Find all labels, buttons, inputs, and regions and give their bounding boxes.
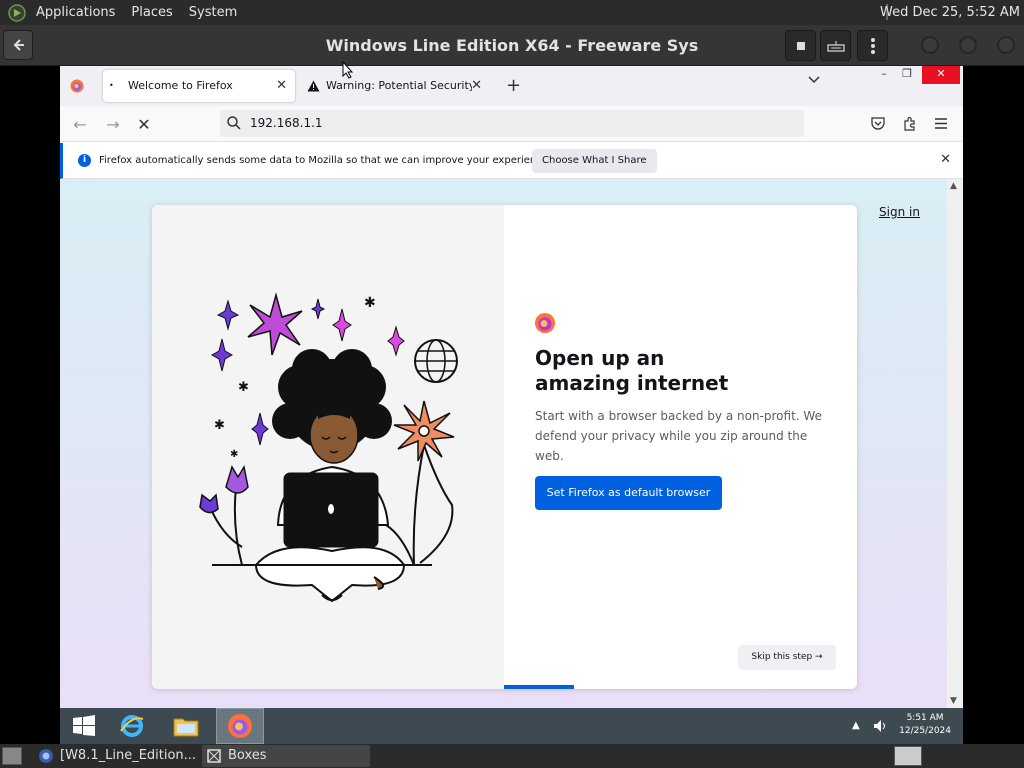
gnome-top-panel: Applications Places System Wed Dec 25, 5… <box>0 0 1024 25</box>
panel-clock[interactable]: Wed Dec 25, 5:52 AM <box>880 0 1020 25</box>
tab-label: Warning: Potential Security Risk <box>326 79 472 92</box>
workspace-switcher[interactable] <box>894 746 922 766</box>
boxes-header-bar: Windows Line Edition X64 - Freeware Sys <box>0 25 1024 66</box>
scroll-up-icon[interactable]: ▲ <box>950 181 957 191</box>
url-text: 192.168.1.1 <box>250 116 323 130</box>
skip-step-button[interactable]: Skip this step → <box>738 645 836 670</box>
svg-text:✱: ✱ <box>364 295 376 311</box>
notification-message: Firefox automatically sends some data to… <box>99 155 552 166</box>
tab-welcome-to-firefox[interactable]: • Welcome to Firefox ✕ <box>103 70 295 102</box>
taskbar-item-label: [W8.1_Line_Edition... <box>60 748 197 763</box>
places-menu[interactable]: Places <box>123 0 180 25</box>
system-menu[interactable]: System <box>181 0 245 25</box>
close-icon[interactable]: ✕ <box>922 66 960 84</box>
vertical-scrollbar[interactable]: ▲ ▼ <box>947 179 963 708</box>
tab-warning[interactable]: Warning: Potential Security Risk ✕ <box>300 70 490 102</box>
set-default-browser-button[interactable]: Set Firefox as default browser <box>535 476 722 510</box>
search-icon <box>227 116 241 130</box>
stop-button[interactable] <box>785 30 816 61</box>
windows-taskbar: ▲ 5:51 AM 12/25/2024 <box>60 708 963 744</box>
tab-dot-icon: • <box>109 81 114 90</box>
person-with-laptop-illustration: ✱ ✱ ✱ ✱ <box>199 292 458 603</box>
show-desktop-icon[interactable] <box>2 747 22 765</box>
back-arrow-icon[interactable]: ← <box>70 114 90 134</box>
host-bottom-panel: [W8.1_Line_Edition... Boxes <box>0 744 1024 768</box>
info-icon: i <box>78 154 91 167</box>
hamburger-menu-icon[interactable] <box>934 118 948 129</box>
gnome-logo-icon[interactable] <box>6 2 28 24</box>
guest-display[interactable]: • Welcome to Firefox ✕ Warning: Potentia… <box>60 66 963 744</box>
maximize-window-button[interactable] <box>959 36 977 54</box>
start-button[interactable] <box>60 708 108 744</box>
clock-time: 5:51 AM <box>906 713 944 723</box>
onboarding-card: ✱ ✱ ✱ ✱ Open up an amazing internet Star… <box>152 205 857 689</box>
applications-menu[interactable]: Applications <box>28 0 123 25</box>
stop-icon <box>796 41 805 50</box>
keyboard-button[interactable] <box>820 30 851 61</box>
notification-bar: i Firefox automatically sends some data … <box>60 143 963 179</box>
firefox-icon[interactable] <box>70 79 84 93</box>
minimize-icon[interactable]: – <box>878 66 890 84</box>
choose-what-i-share-button[interactable]: Choose What I Share <box>532 149 657 173</box>
taskbar-item-boxes[interactable]: Boxes <box>202 745 370 767</box>
firefox-taskbar-button[interactable] <box>216 708 264 744</box>
show-hidden-icons-icon[interactable]: ▲ <box>852 720 860 731</box>
windows-logo-icon <box>73 715 95 736</box>
scroll-down-icon[interactable]: ▼ <box>950 696 957 706</box>
stop-loading-icon[interactable]: ✕ <box>134 114 154 134</box>
forward-arrow-icon[interactable]: → <box>103 114 123 134</box>
clock-date: 12/25/2024 <box>899 726 951 736</box>
menu-button[interactable] <box>857 30 888 61</box>
taskbar-item-w8-1[interactable]: [W8.1_Line_Edition... <box>34 745 198 767</box>
onboarding-subtext: Start with a browser backed by a non-pro… <box>535 409 822 463</box>
close-tab-icon[interactable]: ✕ <box>276 78 287 93</box>
restore-icon[interactable]: ❐ <box>900 66 914 84</box>
sign-in-link[interactable]: Sign in <box>879 205 920 219</box>
navigation-bar: ← → ✕ 192.168.1.1 <box>60 106 963 142</box>
url-bar[interactable]: 192.168.1.1 <box>220 110 804 137</box>
pocket-icon[interactable] <box>871 117 885 130</box>
taskbar-item-label: Boxes <box>228 748 267 763</box>
firefox-tab-strip: • Welcome to Firefox ✕ Warning: Potentia… <box>60 66 963 106</box>
onboarding-copy: Open up an amazing internet Start with a… <box>504 205 857 689</box>
tab-label: Welcome to Firefox <box>128 79 233 92</box>
file-explorer-icon[interactable] <box>162 708 210 744</box>
keyboard-icon <box>826 40 845 52</box>
close-window-button[interactable] <box>997 36 1015 54</box>
vertical-dots-icon <box>870 37 875 54</box>
browser-globe-icon <box>39 749 53 763</box>
warning-icon <box>307 80 320 92</box>
boxes-icon <box>207 749 221 763</box>
onboarding-progress-indicator <box>504 685 574 689</box>
svg-text:✱: ✱ <box>230 449 238 460</box>
volume-icon[interactable] <box>872 718 888 734</box>
svg-text:✱: ✱ <box>214 418 225 433</box>
minimize-window-button[interactable] <box>921 36 939 54</box>
page-content: Sign in ✱ ✱ ✱ ✱ Open up an amazing inter… <box>60 179 947 708</box>
new-tab-plus-icon[interactable]: + <box>506 75 521 96</box>
internet-explorer-icon[interactable] <box>108 708 156 744</box>
chevron-down-icon[interactable] <box>808 76 820 84</box>
onboarding-headline: Open up an amazing internet <box>535 346 729 395</box>
system-clock[interactable]: 5:51 AM 12/25/2024 <box>899 712 951 738</box>
firefox-logo-icon <box>535 313 555 333</box>
extensions-icon[interactable] <box>903 116 917 131</box>
svg-text:✱: ✱ <box>238 380 249 395</box>
illustration-panel: ✱ ✱ ✱ ✱ <box>152 205 504 689</box>
close-notification-icon[interactable]: ✕ <box>940 152 951 167</box>
mouse-cursor-icon <box>342 61 354 79</box>
close-tab-icon[interactable]: ✕ <box>471 78 482 93</box>
